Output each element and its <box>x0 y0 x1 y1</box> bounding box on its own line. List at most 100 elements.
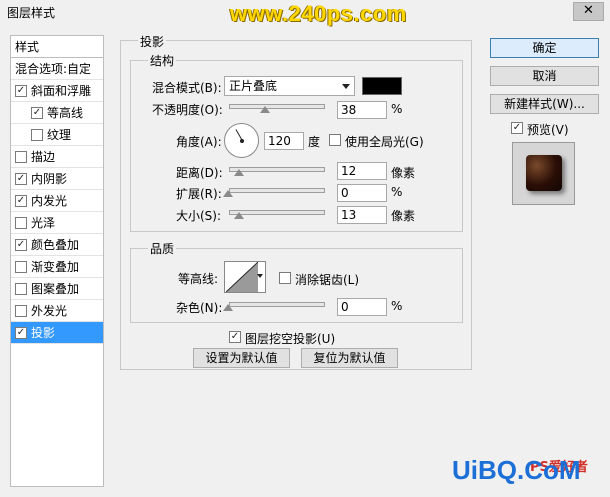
noise-slider-thumb[interactable] <box>223 304 233 311</box>
noise-label: 杂色(N): <box>176 301 223 315</box>
global-light-label: 使用全局光(G) <box>345 135 424 149</box>
style-preview <box>512 142 575 205</box>
list-item-blend-options[interactable]: 混合选项:自定 <box>11 58 103 80</box>
size-label: 大小(S): <box>176 209 222 223</box>
list-item-label: 混合选项:自定 <box>15 62 92 76</box>
opacity-input[interactable]: 38 <box>337 101 387 119</box>
angle-label: 角度(A): <box>176 135 222 149</box>
satin-checkbox[interactable] <box>15 216 27 229</box>
spread-slider-thumb[interactable] <box>223 190 233 197</box>
list-item-label: 等高线 <box>47 106 84 120</box>
list-item-gradient-overlay[interactable]: 渐变叠加 <box>11 256 103 278</box>
window-title: 图层样式 <box>7 6 56 20</box>
texture-checkbox[interactable] <box>31 128 43 141</box>
size-input[interactable]: 13 <box>337 206 387 224</box>
blend-mode-label: 混合模式(B): <box>152 81 222 95</box>
blend-mode-value: 正片叠底 <box>229 79 278 93</box>
angle-dial-center <box>240 139 244 143</box>
anti-alias-checkbox[interactable] <box>279 272 291 284</box>
distance-slider-thumb[interactable] <box>234 169 244 176</box>
list-item-pattern-overlay[interactable]: 图案叠加 <box>11 278 103 300</box>
size-slider-thumb[interactable] <box>234 212 244 219</box>
structure-title: 结构 <box>148 52 177 69</box>
drop-shadow-checkbox[interactable]: ✓ <box>15 326 27 339</box>
list-item-bevel-emboss[interactable]: ✓ 斜面和浮雕 <box>11 80 103 102</box>
noise-unit: % <box>391 299 403 313</box>
inner-glow-checkbox[interactable]: ✓ <box>15 194 27 207</box>
cancel-button[interactable]: 取消 <box>490 66 599 86</box>
list-item-inner-shadow[interactable]: ✓ 内阴影 <box>11 168 103 190</box>
list-item-label: 内发光 <box>31 194 68 208</box>
size-unit: 像素 <box>391 209 416 223</box>
spread-label: 扩展(R): <box>176 187 222 201</box>
list-item-label: 颜色叠加 <box>31 238 80 252</box>
pattern-overlay-checkbox[interactable] <box>15 282 27 295</box>
list-item-label: 内阴影 <box>31 172 68 186</box>
list-item-inner-glow[interactable]: ✓ 内发光 <box>11 190 103 212</box>
list-item-drop-shadow[interactable]: ✓ 投影 <box>11 322 103 344</box>
contour-checkbox[interactable]: ✓ <box>31 106 43 119</box>
distance-unit: 像素 <box>391 166 416 180</box>
opacity-slider-thumb[interactable] <box>260 106 270 113</box>
list-item-satin[interactable]: 光泽 <box>11 212 103 234</box>
new-style-button[interactable]: 新建样式(W)... <box>490 94 599 114</box>
contour-picker[interactable] <box>224 261 266 293</box>
list-item-label: 光泽 <box>31 216 56 230</box>
opacity-unit: % <box>391 102 403 116</box>
close-button[interactable]: ✕ <box>573 2 604 21</box>
styles-header: 样式 <box>11 36 103 58</box>
anti-alias-label: 消除锯齿(L) <box>295 273 360 287</box>
global-light-checkbox[interactable] <box>329 134 341 146</box>
spread-input[interactable]: 0 <box>337 184 387 202</box>
color-overlay-checkbox[interactable]: ✓ <box>15 238 27 251</box>
outer-glow-checkbox[interactable] <box>15 304 27 317</box>
inner-shadow-checkbox[interactable]: ✓ <box>15 172 27 185</box>
list-item-outer-glow[interactable]: 外发光 <box>11 300 103 322</box>
list-item-label: 纹理 <box>47 128 72 142</box>
distance-label: 距离(D): <box>176 166 223 180</box>
opacity-slider[interactable] <box>229 104 325 109</box>
noise-input[interactable]: 0 <box>337 298 387 316</box>
list-item-label: 外发光 <box>31 304 68 318</box>
list-item-label: 渐变叠加 <box>31 260 80 274</box>
angle-unit: 度 <box>308 135 321 149</box>
watermark-text: www.240ps.com <box>230 1 407 26</box>
list-item-color-overlay[interactable]: ✓ 颜色叠加 <box>11 234 103 256</box>
knockout-label: 图层挖空投影(U) <box>245 332 336 346</box>
angle-dial[interactable] <box>224 123 259 158</box>
noise-slider[interactable] <box>229 302 325 307</box>
section-title: 投影 <box>138 33 167 50</box>
list-item-label: 投影 <box>31 326 56 340</box>
spread-slider[interactable] <box>229 188 325 193</box>
list-item-label: 斜面和浮雕 <box>31 84 92 98</box>
list-item-label: 图案叠加 <box>31 282 80 296</box>
list-item-stroke[interactable]: 描边 <box>11 146 103 168</box>
shadow-color-swatch[interactable] <box>362 77 402 95</box>
distance-input[interactable]: 12 <box>337 162 387 180</box>
gradient-overlay-checkbox[interactable] <box>15 260 27 273</box>
blend-mode-select[interactable]: 正片叠底 <box>224 76 355 96</box>
list-item-contour[interactable]: ✓ 等高线 <box>11 102 103 124</box>
styles-list: 样式 混合选项:自定 ✓ 斜面和浮雕 ✓ 等高线 纹理 描边 ✓ 内阴影 ✓ 内发光 光… <box>10 35 104 487</box>
preview-checkbox[interactable]: ✓ <box>511 122 523 134</box>
angle-input[interactable]: 120 <box>264 132 304 150</box>
make-default-button[interactable]: 设置为默认值 <box>193 348 290 368</box>
preview-swatch <box>526 155 562 191</box>
footer-watermark-brand: UiBQ.CoM <box>452 455 581 485</box>
list-item-label: 描边 <box>31 150 56 164</box>
contour-label: 等高线: <box>178 272 219 286</box>
list-item-texture[interactable]: 纹理 <box>11 124 103 146</box>
ok-button[interactable]: 确定 <box>490 38 599 58</box>
reset-default-button[interactable]: 复位为默认值 <box>301 348 398 368</box>
chevron-down-icon <box>257 274 263 278</box>
spread-unit: % <box>391 185 403 199</box>
stroke-checkbox[interactable] <box>15 150 27 163</box>
bevel-checkbox[interactable]: ✓ <box>15 84 27 97</box>
title-bar: 图层样式 www.240ps.com ✕ <box>0 0 610 29</box>
knockout-checkbox[interactable]: ✓ <box>229 331 241 343</box>
opacity-label: 不透明度(O): <box>152 103 223 117</box>
contour-preview-icon <box>226 262 258 292</box>
quality-title: 品质 <box>148 240 177 257</box>
preview-label: 预览(V) <box>527 123 569 137</box>
chevron-down-icon <box>342 84 350 89</box>
